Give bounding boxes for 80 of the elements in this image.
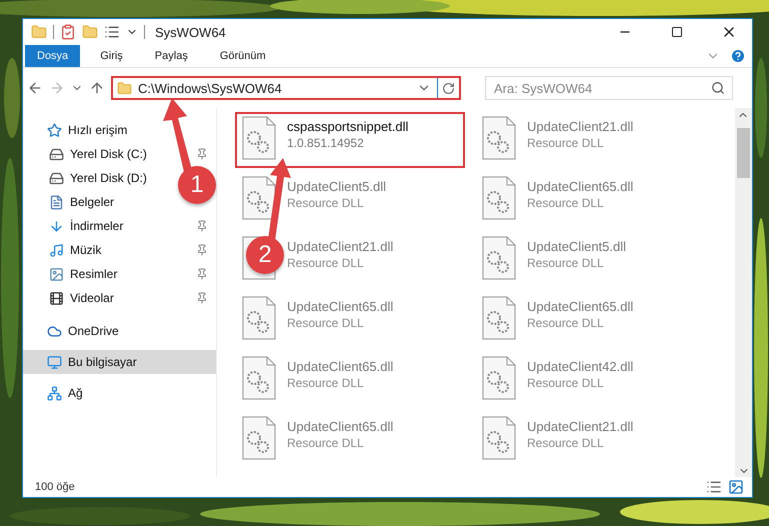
monitor-icon bbox=[47, 354, 62, 370]
file-name[interactable]: cspassportsnippet.dll bbox=[287, 119, 408, 134]
scrollbar[interactable] bbox=[735, 108, 752, 477]
file-detail: Resource DLL bbox=[287, 196, 365, 210]
drive-icon bbox=[49, 170, 64, 186]
drive-icon bbox=[49, 146, 64, 162]
file-detail: Resource DLL bbox=[527, 376, 605, 390]
file-name[interactable]: UpdateClient21.dll bbox=[527, 419, 634, 434]
search-field[interactable]: Ara: SysWOW64 bbox=[485, 76, 733, 100]
sidebar-item[interactable]: Resimler bbox=[23, 262, 216, 286]
address-field[interactable]: C:\Windows\SysWOW64 bbox=[111, 76, 461, 100]
window-title: SysWOW64 bbox=[155, 24, 227, 40]
file-icon bbox=[241, 176, 277, 220]
file-detail: Resource DLL bbox=[527, 256, 605, 270]
address-text: C:\Windows\SysWOW64 bbox=[138, 80, 283, 96]
file-icon bbox=[481, 416, 517, 460]
file-detail: Resource DLL bbox=[287, 316, 365, 330]
file-icon bbox=[481, 296, 517, 340]
ribbon-tab[interactable]: Görünüm bbox=[208, 45, 278, 67]
file-name[interactable]: UpdateClient5.dll bbox=[527, 239, 626, 254]
ribbon-tab[interactable]: Dosya bbox=[25, 45, 80, 67]
item-count: 100 öğe bbox=[35, 481, 76, 493]
sidebar-item[interactable]: İndirmeler bbox=[23, 214, 216, 238]
file-detail: Resource DLL bbox=[287, 376, 365, 390]
file-name[interactable]: UpdateClient21.dll bbox=[287, 239, 394, 254]
file-name[interactable]: UpdateClient65.dll bbox=[287, 299, 394, 314]
sidebar-item[interactable]: Bu bilgisayar bbox=[23, 350, 216, 374]
sidebar-item[interactable]: Hızlı erişim bbox=[23, 118, 136, 142]
file-icon bbox=[241, 296, 277, 340]
file-name[interactable]: UpdateClient65.dll bbox=[527, 179, 634, 194]
file-detail: Resource DLL bbox=[527, 436, 605, 450]
folder-icon bbox=[117, 80, 132, 96]
file-detail: 1.0.851.14952 bbox=[287, 136, 365, 150]
file-icon bbox=[481, 116, 517, 160]
download-icon bbox=[49, 218, 64, 234]
file-name[interactable]: UpdateClient65.dll bbox=[287, 419, 394, 434]
file-icon bbox=[241, 416, 277, 460]
file-name[interactable]: UpdateClient21.dll bbox=[527, 119, 634, 134]
star-icon bbox=[47, 122, 62, 138]
sidebar-item[interactable]: OneDrive bbox=[23, 319, 127, 343]
file-name[interactable]: UpdateClient5.dll bbox=[287, 179, 386, 194]
ribbon-tab[interactable]: Paylaş bbox=[142, 45, 200, 67]
scroll-thumb[interactable] bbox=[737, 128, 750, 178]
sidebar-item[interactable]: Yerel Disk (C:) bbox=[23, 142, 216, 166]
file-icon bbox=[481, 236, 517, 280]
view-icon[interactable] bbox=[104, 24, 120, 40]
maximize-icon[interactable] bbox=[671, 26, 683, 38]
help-icon[interactable] bbox=[730, 48, 746, 64]
back-icon[interactable] bbox=[27, 80, 43, 96]
file-detail: Resource DLL bbox=[527, 316, 605, 330]
music-icon bbox=[49, 242, 64, 258]
file-item[interactable]: cspassportsnippet.dll 1.0.851.14952 bbox=[235, 112, 465, 168]
search-icon[interactable] bbox=[711, 81, 725, 95]
file-name[interactable]: UpdateClient65.dll bbox=[287, 359, 394, 374]
file-name[interactable]: UpdateClient65.dll bbox=[527, 299, 634, 314]
details-view-icon[interactable] bbox=[706, 479, 722, 495]
file-detail: Resource DLL bbox=[287, 256, 365, 270]
up-icon[interactable] bbox=[89, 80, 105, 96]
file-detail: Resource DLL bbox=[527, 136, 605, 150]
document-icon bbox=[49, 194, 64, 210]
file-name[interactable]: UpdateClient42.dll bbox=[527, 359, 634, 374]
film-icon bbox=[49, 290, 64, 306]
refresh-icon[interactable] bbox=[442, 82, 455, 94]
file-icon bbox=[241, 356, 277, 400]
sidebar-item[interactable]: Ağ bbox=[23, 381, 91, 405]
sidebar-item[interactable]: Yerel Disk (D:) bbox=[23, 166, 155, 190]
ribbon-tab[interactable]: Giriş bbox=[88, 45, 135, 67]
picture-icon bbox=[49, 266, 64, 282]
file-icon bbox=[481, 356, 517, 400]
sidebar-item[interactable]: Videolar bbox=[23, 286, 216, 310]
file-icon bbox=[481, 176, 517, 220]
sidebar-item[interactable]: Belgeler bbox=[23, 190, 122, 214]
network-icon bbox=[47, 386, 62, 400]
file-detail: Resource DLL bbox=[287, 436, 365, 450]
file-icon bbox=[241, 116, 277, 160]
file-detail: Resource DLL bbox=[527, 196, 605, 210]
large-icons-view-icon[interactable] bbox=[728, 479, 744, 495]
cloud-icon bbox=[47, 324, 62, 338]
sidebar-item[interactable]: Müzik bbox=[23, 238, 216, 262]
properties-icon[interactable] bbox=[60, 24, 76, 40]
